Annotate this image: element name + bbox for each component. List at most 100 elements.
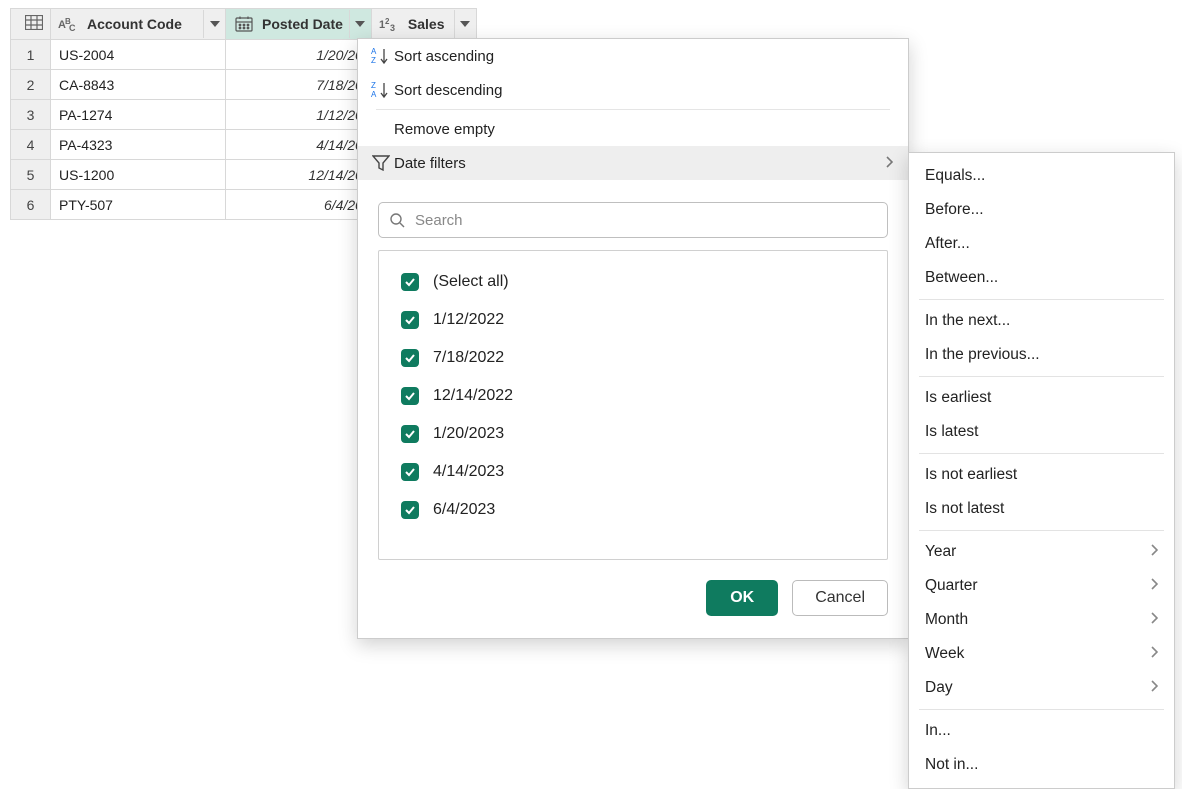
remove-empty[interactable]: Remove empty	[358, 112, 908, 146]
date-filters-submenu: Equals...Before... After... Between... In t…	[908, 152, 1175, 789]
date-filter-option[interactable]: Between...	[909, 261, 1174, 295]
button-label: OK	[730, 589, 754, 607]
cell-account[interactable]: US-1200	[51, 160, 226, 190]
row-number: 1	[11, 40, 51, 70]
date-filter-option[interactable]: In the previous...	[909, 338, 1174, 372]
option-label: Is latest	[925, 423, 1158, 441]
date-filter-option[interactable]: After...	[909, 227, 1174, 261]
option-label: Is not earliest	[925, 466, 1158, 484]
option-label: Day	[925, 679, 1150, 697]
table-icon	[25, 15, 43, 30]
menu-label: Sort ascending	[394, 48, 893, 65]
date-filter-option[interactable]: Week	[909, 637, 1174, 671]
column-header-sales[interactable]: 1 2 3 Sales	[371, 9, 476, 40]
date-filter-option[interactable]: Is latest	[909, 415, 1174, 449]
date-filter-option[interactable]: Is earliest	[909, 381, 1174, 415]
option-label: After...	[925, 235, 1158, 253]
option-label: Is earliest	[925, 389, 1158, 407]
cell-date[interactable]: 12/14/20	[226, 160, 372, 190]
separator	[919, 709, 1164, 710]
cell-date[interactable]: 6/4/20	[226, 190, 372, 220]
checkbox-checked-icon	[401, 273, 419, 291]
row-number: 4	[11, 130, 51, 160]
column-header-account[interactable]: A B C Account Code	[51, 9, 226, 40]
filler	[476, 9, 1169, 40]
svg-text:3: 3	[390, 23, 395, 32]
date-filters[interactable]: Date filters	[358, 146, 908, 180]
filter-value-row[interactable]: 7/18/2022	[379, 339, 887, 377]
cell-date[interactable]: 4/14/20	[226, 130, 372, 160]
date-filter-option[interactable]: Day	[909, 671, 1174, 705]
value-label: 7/18/2022	[433, 349, 504, 367]
date-filter-option[interactable]: Quarter	[909, 569, 1174, 603]
date-filter-option[interactable]: Is not earliest	[909, 458, 1174, 492]
cell-date[interactable]: 1/12/20	[226, 100, 372, 130]
date-filter-option[interactable]: Not in...	[909, 748, 1174, 782]
cell-account[interactable]: PA-4323	[51, 130, 226, 160]
row-number: 3	[11, 100, 51, 130]
text-type-icon: A B C	[57, 16, 81, 32]
cell-account[interactable]: PTY-507	[51, 190, 226, 220]
cell-date[interactable]: 1/20/20	[226, 40, 372, 70]
svg-text:C: C	[69, 23, 76, 32]
column-filter-toggle[interactable]	[349, 10, 371, 38]
chevron-right-icon	[1150, 577, 1158, 595]
date-filter-option[interactable]: Before...	[909, 193, 1174, 227]
date-filter-option[interactable]: Equals...	[909, 159, 1174, 193]
cell-date[interactable]: 7/18/20	[226, 70, 372, 100]
ok-button[interactable]: OK	[706, 580, 778, 616]
row-number: 6	[11, 190, 51, 220]
filter-value-row[interactable]: 1/20/2023	[379, 415, 887, 453]
dropdown-footer: OK Cancel	[358, 560, 908, 638]
search-box[interactable]	[378, 202, 888, 238]
option-label: Is not latest	[925, 500, 1158, 518]
select-all-row[interactable]: (Select all)	[379, 263, 887, 301]
column-filter-toggle[interactable]	[454, 10, 476, 38]
date-filter-option[interactable]: In...	[909, 714, 1174, 748]
checkbox-checked-icon	[401, 501, 419, 519]
cell-account[interactable]: PA-1274	[51, 100, 226, 130]
filter-value-row[interactable]: 1/12/2022	[379, 301, 887, 339]
svg-text:A: A	[371, 47, 377, 56]
row-number-header[interactable]	[11, 9, 51, 40]
date-filter-option[interactable]: Year	[909, 535, 1174, 569]
chevron-right-icon	[1150, 679, 1158, 697]
cancel-button[interactable]: Cancel	[792, 580, 888, 616]
number-type-icon: 1 2 3	[378, 16, 402, 32]
sort-ascending[interactable]: A Z Sort ascending	[358, 39, 908, 73]
sort-asc-icon: A Z	[368, 47, 394, 65]
checkbox-checked-icon	[401, 311, 419, 329]
svg-text:Z: Z	[371, 81, 376, 90]
filter-value-row[interactable]: 4/14/2023	[379, 453, 887, 491]
column-filter-toggle[interactable]	[203, 10, 225, 38]
option-label: Quarter	[925, 577, 1150, 595]
menu-label: Remove empty	[394, 121, 893, 138]
option-label: Week	[925, 645, 1150, 663]
sort-desc-icon: Z A	[368, 81, 394, 99]
value-label: 6/4/2023	[433, 501, 495, 519]
separator	[376, 109, 890, 110]
date-filter-option[interactable]: In the next...	[909, 304, 1174, 338]
option-label: Not in...	[925, 756, 1158, 774]
filter-value-row[interactable]: 12/14/2022	[379, 377, 887, 415]
sort-descending[interactable]: Z A Sort descending	[358, 73, 908, 107]
chevron-right-icon	[1150, 645, 1158, 663]
cell-account[interactable]: US-2004	[51, 40, 226, 70]
chevron-down-icon	[210, 21, 220, 27]
menu-label: Sort descending	[394, 82, 893, 99]
date-filter-option[interactable]: Is not latest	[909, 492, 1174, 526]
chevron-down-icon	[460, 21, 470, 27]
filter-value-row[interactable]: 6/4/2023	[379, 491, 887, 529]
option-label: In the previous...	[925, 346, 1158, 364]
search-input[interactable]	[413, 211, 877, 230]
column-header-posted-date[interactable]: Posted Date	[226, 9, 372, 40]
checkbox-checked-icon	[401, 387, 419, 405]
date-filter-option[interactable]: Month	[909, 603, 1174, 637]
row-number: 2	[11, 70, 51, 100]
separator	[919, 299, 1164, 300]
row-number: 5	[11, 160, 51, 190]
cell-account[interactable]: CA-8843	[51, 70, 226, 100]
option-label: In the next...	[925, 312, 1158, 330]
option-label: In...	[925, 722, 1158, 740]
option-label: Year	[925, 543, 1150, 561]
